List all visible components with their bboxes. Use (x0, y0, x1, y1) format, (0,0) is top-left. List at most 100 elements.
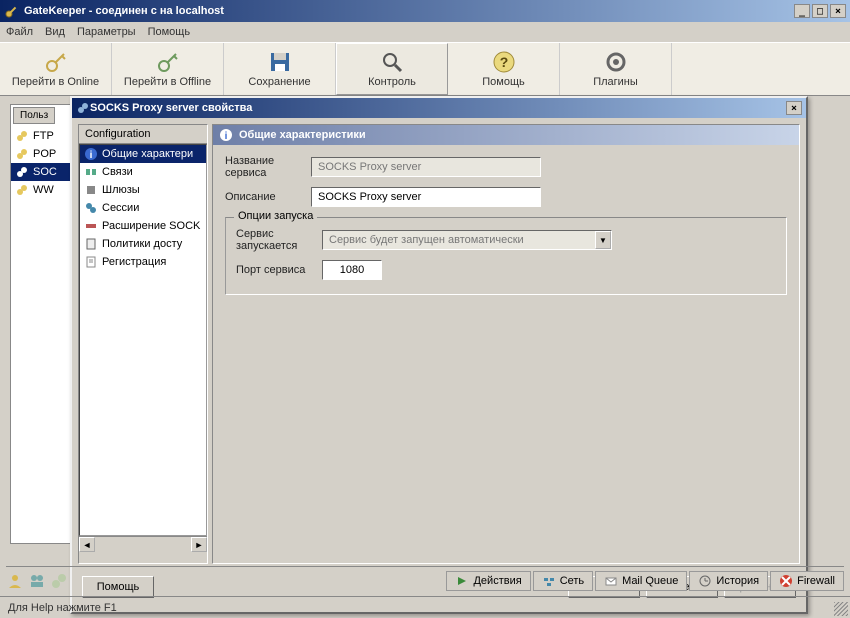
form-panel-titlebar: i Общие характеристики (213, 125, 799, 145)
main-window: GateKeeper - соединен с на localhost _ □… (0, 0, 850, 618)
gateway-icon (84, 183, 98, 197)
input-service-name (311, 157, 541, 177)
app-key-icon (4, 3, 20, 19)
menu-params[interactable]: Параметры (77, 26, 136, 38)
floppy-icon (268, 50, 292, 74)
tab-label: Действия (473, 575, 521, 587)
toolbar-control-label: Контроль (368, 76, 416, 88)
tab-action[interactable]: Действия (446, 571, 530, 591)
extension-icon (84, 219, 98, 233)
link-icon (15, 147, 29, 161)
scroll-left-button[interactable]: ◄ (79, 537, 95, 552)
config-head: Configuration (79, 125, 207, 144)
config-label: Шлюзы (102, 184, 140, 196)
tab-label: Firewall (797, 575, 835, 587)
toolbar-control[interactable]: Контроль (336, 43, 448, 95)
scroll-right-button[interactable]: ► (191, 537, 207, 552)
bindings-icon (84, 165, 98, 179)
properties-dialog: SOCKS Proxy server свойства × Configurat… (70, 96, 808, 614)
label-service-starts: Сервис запускается (236, 228, 322, 252)
menubar: Файл Вид Параметры Помощь (0, 22, 850, 42)
close-button[interactable]: × (830, 4, 846, 18)
help-icon: ? (492, 50, 516, 74)
toolbar-save[interactable]: Сохранение (224, 43, 336, 95)
config-hscroll[interactable]: ◄ ► (79, 536, 207, 552)
service-label: WW (33, 184, 54, 196)
link-icon (15, 129, 29, 143)
launch-options-label: Опции запуска (234, 210, 317, 222)
policy-icon (84, 237, 98, 251)
config-item-sock-ext[interactable]: Расширение SOCK (80, 217, 206, 235)
config-label: Регистрация (102, 256, 166, 268)
config-item-general[interactable]: i Общие характери (80, 145, 206, 163)
service-label: FTP (33, 130, 54, 142)
config-label: Общие характери (102, 148, 193, 160)
menu-file[interactable]: Файл (6, 26, 33, 38)
form-panel: i Общие характеристики Название сервиса … (212, 124, 800, 564)
link-icon (15, 165, 29, 179)
workspace: Польз FTP POP SOC WW SOCKS Proxy ser (0, 96, 850, 582)
user-icon[interactable] (6, 572, 24, 590)
net-icon (542, 574, 556, 588)
service-label: POP (33, 148, 56, 160)
toolbar-go-online-label: Перейти в Online (12, 76, 99, 88)
tab-label: История (716, 575, 759, 587)
history-icon (698, 574, 712, 588)
config-label: Расширение SOCK (102, 220, 200, 232)
services-tab[interactable]: Польз (13, 107, 55, 124)
maximize-button[interactable]: □ (812, 4, 828, 18)
toolbar-go-online[interactable]: Перейти в Online (0, 43, 112, 95)
magnifier-icon (380, 50, 404, 74)
input-port[interactable] (322, 260, 382, 280)
config-item-sessions[interactable]: Сессии (80, 199, 206, 217)
tab-firewall[interactable]: Firewall (770, 571, 844, 591)
input-description[interactable] (311, 187, 541, 207)
toolbar-save-label: Сохранение (248, 76, 310, 88)
toolbar-plugins[interactable]: Плагины (560, 43, 672, 95)
toolbar-go-offline[interactable]: Перейти в Offline (112, 43, 224, 95)
svg-text:i: i (225, 131, 228, 142)
minimize-button[interactable]: _ (794, 4, 810, 18)
toolbar-plugins-label: Плагины (593, 76, 638, 88)
dialog-titlebar: SOCKS Proxy server свойства × (72, 98, 806, 118)
config-item-policies[interactable]: Политики досту (80, 235, 206, 253)
connection-icon[interactable] (50, 572, 68, 590)
menu-view[interactable]: Вид (45, 26, 65, 38)
action-icon (455, 574, 469, 588)
service-label: SOC (33, 166, 57, 178)
menu-help[interactable]: Помощь (148, 26, 191, 38)
form-panel-title: Общие характеристики (239, 129, 366, 141)
tab-mail-queue[interactable]: Mail Queue (595, 571, 687, 591)
tab-label: Сеть (560, 575, 584, 587)
info-icon: i (84, 147, 98, 161)
main-titlebar: GateKeeper - соединен с на localhost _ □… (0, 0, 850, 22)
chevron-down-icon[interactable]: ▼ (595, 231, 611, 249)
toolbar: Перейти в Online Перейти в Offline Сохра… (0, 42, 850, 96)
toolbar-help[interactable]: ? Помощь (448, 43, 560, 95)
config-label: Политики досту (102, 238, 182, 250)
firewall-icon (779, 574, 793, 588)
dialog-title: SOCKS Proxy server свойства (90, 102, 786, 114)
tab-label: Mail Queue (622, 575, 678, 587)
svg-text:i: i (90, 150, 93, 161)
label-service-port: Порт сервиса (236, 264, 322, 276)
label-description: Описание (225, 191, 311, 203)
users-icon[interactable] (28, 572, 46, 590)
key-online-icon (44, 50, 68, 74)
tab-history[interactable]: История (689, 571, 768, 591)
toolbar-help-label: Помощь (482, 76, 525, 88)
gear-icon (604, 50, 628, 74)
config-item-logging[interactable]: Регистрация (80, 253, 206, 271)
key-offline-icon (156, 50, 180, 74)
mail-icon (604, 574, 618, 588)
tab-net[interactable]: Сеть (533, 571, 593, 591)
bottom-tabs: Действия Сеть Mail Queue История Firewal… (6, 566, 844, 592)
select-start-mode[interactable] (322, 230, 612, 250)
dialog-close-button[interactable]: × (786, 101, 802, 115)
config-label: Сессии (102, 202, 139, 214)
config-panel: Configuration i Общие характери Связи (78, 124, 208, 564)
config-item-bindings[interactable]: Связи (80, 163, 206, 181)
svg-text:?: ? (499, 54, 508, 70)
label-service-name: Название сервиса (225, 155, 311, 179)
config-item-gateways[interactable]: Шлюзы (80, 181, 206, 199)
